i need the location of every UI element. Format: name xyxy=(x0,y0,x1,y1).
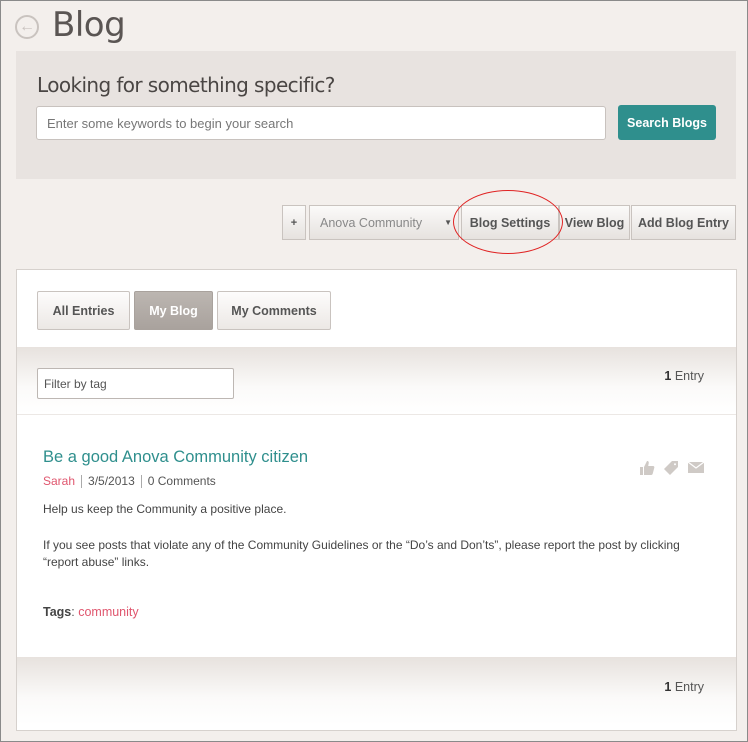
community-select[interactable]: Anova Community ▼ xyxy=(309,205,459,240)
add-button[interactable]: + xyxy=(282,205,306,240)
tags-label: Tags xyxy=(43,605,72,619)
post-title-link[interactable]: Be a good Anova Community citizen xyxy=(43,448,308,467)
post-actions xyxy=(639,460,705,476)
post-date: 3/5/2013 xyxy=(81,475,141,488)
tag-link-community[interactable]: community xyxy=(78,605,138,619)
entry-count-label: Entry xyxy=(674,680,704,694)
post-body: Help us keep the Community a positive pl… xyxy=(43,501,703,590)
search-heading: Looking for something specific? xyxy=(37,73,335,97)
thumbs-up-icon[interactable] xyxy=(639,460,655,476)
search-blogs-button[interactable]: Search Blogs xyxy=(618,105,716,140)
tab-my-comments[interactable]: My Comments xyxy=(217,291,331,330)
post-tags: Tags: community xyxy=(43,605,139,619)
tag-icon[interactable] xyxy=(663,460,679,476)
mail-icon[interactable] xyxy=(687,460,705,476)
blog-content-card: All Entries My Blog My Comments 1 Entry … xyxy=(16,269,737,731)
community-select-value: Anova Community xyxy=(320,215,423,230)
entry-count-number: 1 xyxy=(664,680,672,694)
footer-bar xyxy=(17,657,736,725)
chevron-down-icon: ▼ xyxy=(444,218,452,227)
post-author-link[interactable]: Sarah xyxy=(43,475,81,488)
post-comments-link[interactable]: 0 Comments xyxy=(140,475,222,488)
tab-all-entries[interactable]: All Entries xyxy=(37,291,130,330)
add-blog-entry-button[interactable]: Add Blog Entry xyxy=(631,205,736,240)
back-arrow-icon[interactable]: ← xyxy=(15,15,39,39)
search-input[interactable] xyxy=(36,106,606,140)
entry-count-top: 1 Entry xyxy=(664,369,704,383)
tab-my-blog[interactable]: My Blog xyxy=(134,291,213,330)
post-paragraph: Help us keep the Community a positive pl… xyxy=(43,502,287,516)
view-blog-button[interactable]: View Blog xyxy=(559,205,630,240)
entry-count-label: Entry xyxy=(674,369,704,383)
filter-by-tag-input[interactable] xyxy=(37,368,234,399)
highlight-circle xyxy=(453,190,563,254)
search-panel: Looking for something specific? Search B… xyxy=(16,51,736,179)
page-title: Blog xyxy=(52,5,126,45)
post-meta: Sarah 3/5/2013 0 Comments xyxy=(43,475,222,488)
entry-count-number: 1 xyxy=(664,369,672,383)
entry-count-bottom: 1 Entry xyxy=(664,680,704,694)
post-paragraph: If you see posts that violate any of the… xyxy=(43,538,680,569)
